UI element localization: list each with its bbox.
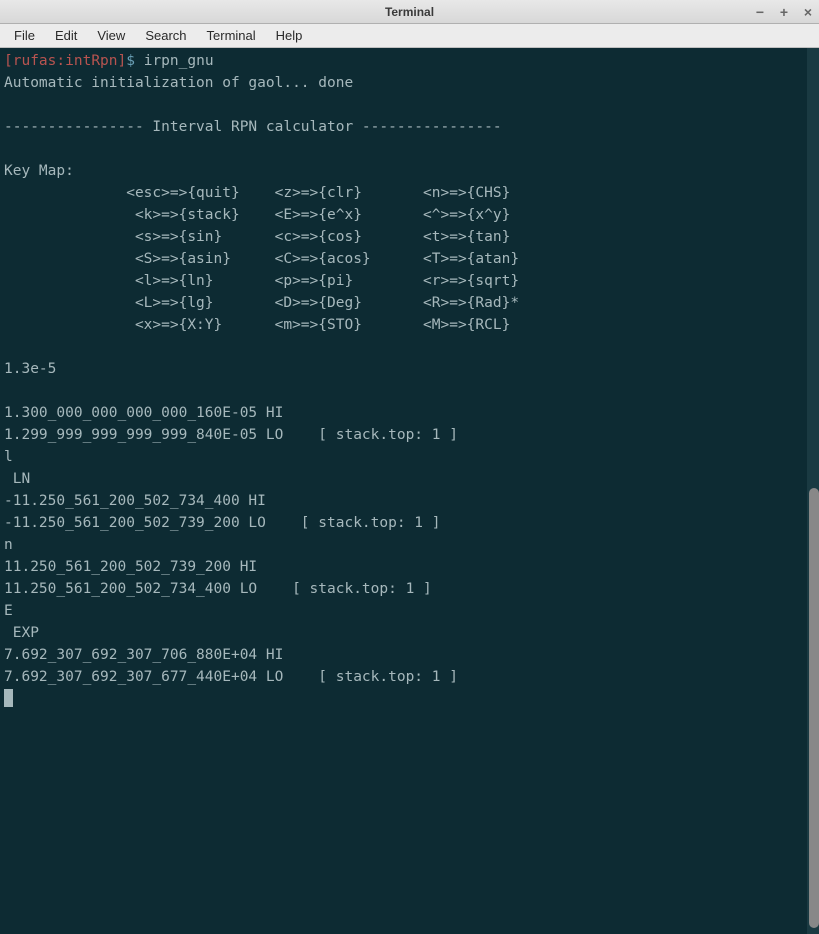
keymap-row-2: <k>=>{stack} <E>=>{e^x} <^>=>{x^y} bbox=[4, 207, 510, 223]
menu-help[interactable]: Help bbox=[266, 26, 313, 45]
result-3-hi: 11.250_561_200_502_739_200 HI bbox=[4, 559, 257, 575]
op-ln: LN bbox=[4, 471, 30, 487]
menu-view[interactable]: View bbox=[87, 26, 135, 45]
user-input-n: n bbox=[4, 537, 13, 553]
result-1-lo: 1.299_999_999_999_999_840E-05 LO [ stack… bbox=[4, 427, 458, 443]
keymap-row-6: <L>=>{lg} <D>=>{Deg} <R>=>{Rad}* bbox=[4, 295, 519, 311]
terminal-cursor bbox=[4, 689, 13, 707]
prompt-symbol: $ bbox=[126, 53, 135, 69]
minimize-button[interactable]: − bbox=[753, 5, 767, 19]
close-button[interactable]: × bbox=[801, 5, 815, 19]
user-input-e: E bbox=[4, 603, 13, 619]
keymap-row-4: <S>=>{asin} <C>=>{acos} <T>=>{atan} bbox=[4, 251, 519, 267]
prompt-host: rufas bbox=[13, 53, 57, 69]
result-3-lo: 11.250_561_200_502_734_400 LO [ stack.to… bbox=[4, 581, 432, 597]
result-4-hi: 7.692_307_692_307_706_880E+04 HI bbox=[4, 647, 283, 663]
menu-file[interactable]: File bbox=[4, 26, 45, 45]
output-separator: ---------------- Interval RPN calculator… bbox=[4, 119, 502, 135]
command-text: irpn_gnu bbox=[144, 53, 214, 69]
keymap-row-3: <s>=>{sin} <c>=>{cos} <t>=>{tan} bbox=[4, 229, 510, 245]
scroll-thumb[interactable] bbox=[809, 488, 819, 928]
prompt-open: [ bbox=[4, 53, 13, 69]
menu-terminal[interactable]: Terminal bbox=[197, 26, 266, 45]
prompt-colon: : bbox=[56, 53, 65, 69]
maximize-button[interactable]: + bbox=[777, 5, 791, 19]
window-title: Terminal bbox=[385, 5, 434, 19]
menu-edit[interactable]: Edit bbox=[45, 26, 87, 45]
scrollbar[interactable] bbox=[807, 48, 819, 934]
keymap-row-5: <l>=>{ln} <p>=>{pi} <r>=>{sqrt} bbox=[4, 273, 519, 289]
result-4-lo: 7.692_307_692_307_677_440E+04 LO [ stack… bbox=[4, 669, 458, 685]
menu-search[interactable]: Search bbox=[135, 26, 196, 45]
prompt-close: ] bbox=[118, 53, 127, 69]
user-input-l: l bbox=[4, 449, 13, 465]
op-exp: EXP bbox=[4, 625, 39, 641]
prompt-path: intRpn bbox=[65, 53, 117, 69]
terminal-area[interactable]: [rufas:intRpn]$ irpn_gnu Automatic initi… bbox=[0, 48, 819, 934]
result-1-hi: 1.300_000_000_000_000_160E-05 HI bbox=[4, 405, 283, 421]
output-init: Automatic initialization of gaol... done bbox=[4, 75, 353, 91]
keymap-row-1: <esc>=>{quit} <z>=>{clr} <n>=>{CHS} bbox=[4, 185, 510, 201]
result-2-hi: -11.250_561_200_502_734_400 HI bbox=[4, 493, 266, 509]
menubar: File Edit View Search Terminal Help bbox=[0, 24, 819, 48]
window-controls: − + × bbox=[753, 0, 815, 23]
keymap-header: Key Map: bbox=[4, 163, 74, 179]
user-input-1: 1.3e-5 bbox=[4, 361, 56, 377]
result-2-lo: -11.250_561_200_502_739_200 LO [ stack.t… bbox=[4, 515, 441, 531]
keymap-row-7: <x>=>{X:Y} <m>=>{STO} <M>=>{RCL} bbox=[4, 317, 510, 333]
window-titlebar: Terminal − + × bbox=[0, 0, 819, 24]
